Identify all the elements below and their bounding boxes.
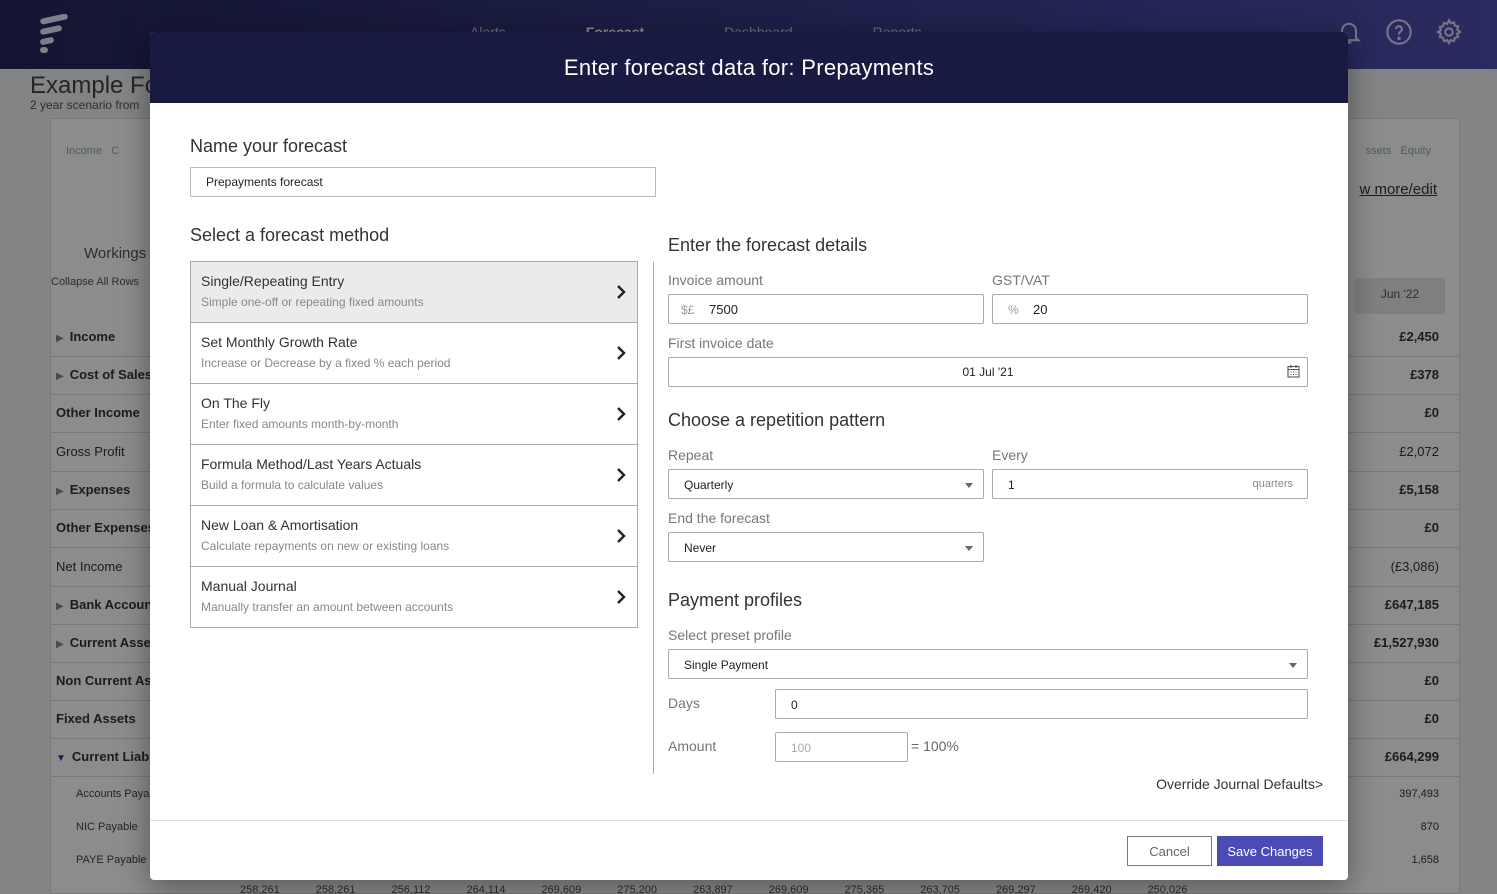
chevron-right-icon — [617, 529, 626, 543]
amount-percent: = 100% — [911, 738, 959, 754]
end-forecast-value: Never — [684, 541, 717, 555]
save-changes-button[interactable]: Save Changes — [1217, 836, 1323, 866]
chevron-right-icon — [617, 590, 626, 604]
override-journal-defaults-link[interactable]: Override Journal Defaults> — [1156, 776, 1323, 792]
gst-value: 20 — [1033, 302, 1048, 317]
invoice-amount-input[interactable]: $£ 7500 — [668, 294, 984, 324]
chevron-right-icon — [617, 407, 626, 421]
modal-title: Enter forecast data for: Prepayments — [150, 32, 1348, 103]
method-desc: Simple one-off or repeating fixed amount… — [201, 295, 424, 309]
chevron-right-icon — [617, 468, 626, 482]
days-value: 0 — [791, 698, 798, 712]
method-on-the-fly[interactable]: On The Fly Enter fixed amounts month-by-… — [191, 384, 637, 445]
preset-profile-value: Single Payment — [684, 658, 769, 672]
repeat-value: Quarterly — [684, 478, 734, 492]
end-forecast-label: End the forecast — [668, 510, 770, 526]
method-new-loan[interactable]: New Loan & Amortisation Calculate repaym… — [191, 506, 637, 567]
preset-profile-select[interactable]: Single Payment — [668, 649, 1308, 679]
end-forecast-select[interactable]: Never — [668, 532, 984, 562]
first-invoice-date-value: 01 Jul '21 — [962, 365, 1014, 379]
percent-prefix: % — [1008, 303, 1019, 317]
amount-input[interactable]: 100 — [775, 732, 908, 762]
method-desc: Calculate repayments on new or existing … — [201, 539, 450, 553]
name-heading: Name your forecast — [190, 136, 348, 156]
amount-placeholder: 100 — [791, 741, 812, 755]
method-title: Formula Method/Last Years Actuals — [201, 456, 422, 472]
days-input[interactable]: 0 — [775, 689, 1308, 719]
chevron-right-icon — [617, 285, 626, 299]
payment-profiles-heading: Payment profiles — [668, 590, 803, 610]
method-title: Manual Journal — [201, 578, 297, 594]
column-divider — [653, 262, 654, 774]
days-label: Days — [668, 695, 700, 711]
method-formula[interactable]: Formula Method/Last Years Actuals Build … — [191, 445, 637, 506]
method-list: Single/Repeating Entry Simple one-off or… — [190, 261, 638, 628]
method-heading: Select a forecast method — [190, 225, 390, 245]
first-invoice-date-label: First invoice date — [668, 335, 774, 351]
invoice-amount-label: Invoice amount — [668, 272, 763, 288]
caret-down-icon — [965, 483, 973, 488]
calendar-icon[interactable] — [1287, 364, 1300, 378]
method-title: Set Monthly Growth Rate — [201, 334, 358, 350]
every-label: Every — [992, 447, 1028, 463]
method-desc: Manually transfer an amount between acco… — [201, 600, 454, 614]
first-invoice-date-input[interactable]: 01 Jul '21 — [668, 357, 1308, 387]
gst-input[interactable]: % 20 — [992, 294, 1308, 324]
preset-profile-label: Select preset profile — [668, 627, 792, 643]
gst-label: GST/VAT — [992, 272, 1050, 288]
repetition-heading: Choose a repetition pattern — [668, 410, 886, 430]
method-title: On The Fly — [201, 395, 270, 411]
method-desc: Increase or Decrease by a fixed % each p… — [201, 356, 451, 370]
cancel-button[interactable]: Cancel — [1127, 836, 1212, 866]
forecast-name-input[interactable] — [190, 167, 656, 197]
method-single-repeating[interactable]: Single/Repeating Entry Simple one-off or… — [191, 262, 637, 323]
method-title: New Loan & Amortisation — [201, 517, 359, 533]
repeat-label: Repeat — [668, 447, 714, 463]
repeat-select[interactable]: Quarterly — [668, 469, 984, 499]
method-title: Single/Repeating Entry — [201, 273, 345, 289]
invoice-amount-value: 7500 — [709, 302, 738, 317]
every-suffix: quarters — [1252, 478, 1293, 490]
caret-down-icon — [965, 546, 973, 551]
every-value: 1 — [1008, 478, 1015, 492]
details-heading: Enter the forecast details — [668, 235, 868, 255]
every-input[interactable]: 1 quarters — [992, 469, 1308, 499]
forecast-modal: Enter forecast data for: Prepayments Nam… — [150, 32, 1348, 880]
method-manual-journal[interactable]: Manual Journal Manually transfer an amou… — [191, 567, 637, 628]
method-monthly-growth[interactable]: Set Monthly Growth Rate Increase or Decr… — [191, 323, 637, 384]
chevron-right-icon — [617, 346, 626, 360]
footer-divider — [150, 820, 1348, 821]
caret-down-icon — [1289, 663, 1297, 668]
amount-label: Amount — [668, 738, 717, 754]
method-desc: Enter fixed amounts month-by-month — [201, 417, 399, 431]
currency-prefix: $£ — [681, 303, 695, 317]
method-desc: Build a formula to calculate values — [201, 478, 384, 492]
